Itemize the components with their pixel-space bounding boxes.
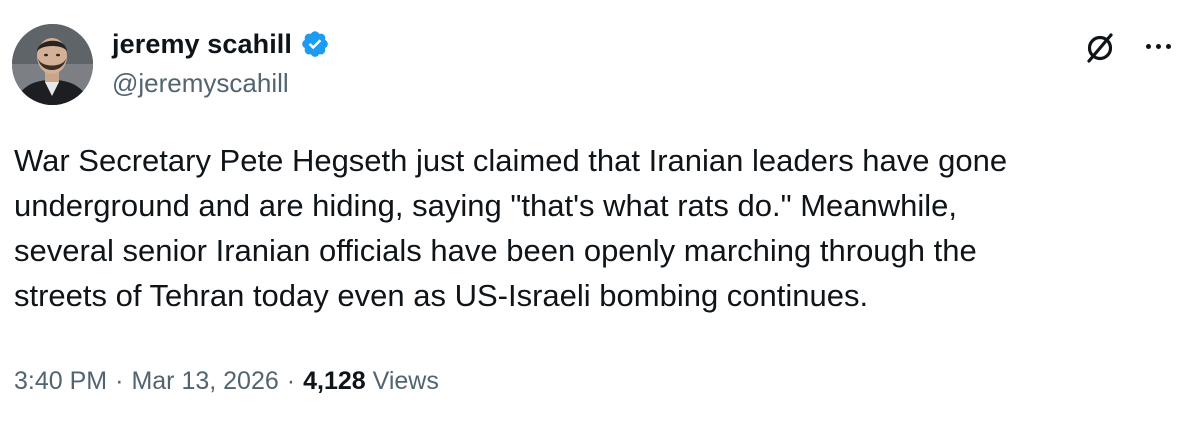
tweet-date[interactable]: Mar 13, 2026 xyxy=(131,367,278,396)
views-label: Views xyxy=(372,367,439,395)
avatar-image xyxy=(12,24,93,105)
tweet-text: War Secretary Pete Hegseth just claimed … xyxy=(14,143,1008,313)
verified-badge-icon[interactable] xyxy=(300,29,330,59)
author-name-row: jeremy scahill xyxy=(112,26,330,62)
grok-icon[interactable] xyxy=(1080,28,1120,68)
avatar[interactable] xyxy=(12,24,93,105)
meta-separator: · xyxy=(115,367,124,395)
author-handle[interactable]: @jeremyscahill xyxy=(112,68,289,99)
more-dot xyxy=(1165,43,1171,49)
more-dot xyxy=(1145,43,1151,49)
meta-separator: · xyxy=(286,367,296,395)
tweet-card: jeremy scahill @jeremyscahill War Secret… xyxy=(0,0,1200,441)
author-display-name[interactable]: jeremy scahill xyxy=(112,29,292,60)
more-options-icon[interactable] xyxy=(1138,30,1178,62)
more-dot xyxy=(1155,43,1161,49)
tweet-meta: 3:40 PM · Mar 13, 2026 · 4,128 Views xyxy=(14,367,439,396)
views-count[interactable]: 4,128 xyxy=(303,367,366,396)
tweet-time[interactable]: 3:40 PM xyxy=(14,367,107,396)
